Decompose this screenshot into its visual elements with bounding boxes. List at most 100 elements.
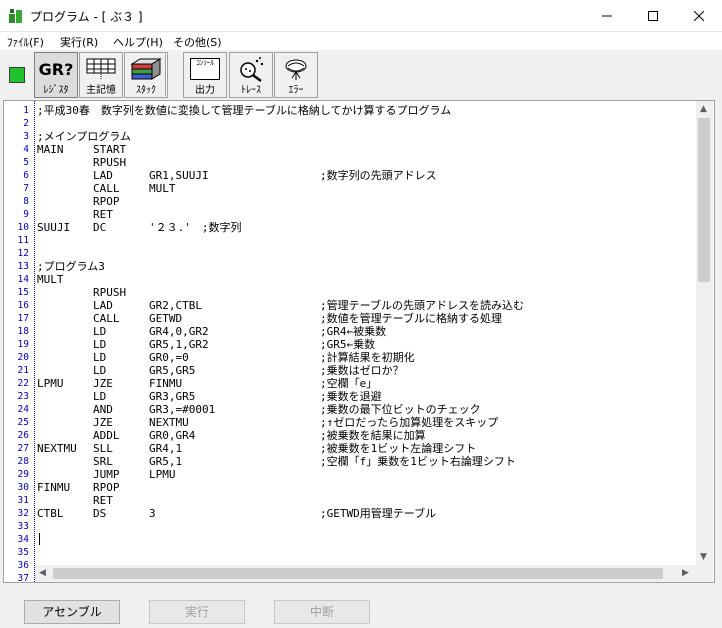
stack-label: ｽﾀｯｸ bbox=[136, 85, 156, 96]
code-line: CALL GETWD ;数値を管理テーブルに格納する処理 bbox=[37, 312, 697, 325]
vertical-scrollbar[interactable]: ▲ ▼ bbox=[696, 101, 713, 565]
code-line: MAIN START bbox=[37, 143, 697, 156]
line-number: 17 bbox=[17, 313, 29, 324]
code-line: SRL GR5,1 ;空欄「f」乗数を1ビット右論理シフト bbox=[37, 455, 697, 468]
line-number: 11 bbox=[17, 235, 29, 246]
run-button[interactable]: 実行 bbox=[149, 600, 245, 624]
code-opcode: RPOP bbox=[93, 481, 120, 494]
line-number: 12 bbox=[17, 248, 29, 259]
code-operand: LPMU bbox=[149, 468, 176, 481]
trace-icon bbox=[230, 55, 272, 83]
line-number: 35 bbox=[17, 547, 29, 558]
code-opcode: RPUSH bbox=[93, 156, 127, 169]
code-opcode: RET bbox=[93, 494, 113, 507]
code-line: LD GR4,0,GR2 ;GR4←被乗数 bbox=[37, 325, 697, 338]
scroll-down-icon[interactable]: ▼ bbox=[700, 552, 707, 562]
code-opcode: LD bbox=[93, 351, 107, 364]
trace-button[interactable]: ﾄﾚｰｽ bbox=[229, 52, 273, 98]
code-line: ADDL GR0,GR4 ;被乗数を結果に加算 bbox=[37, 429, 697, 442]
code-line: CTBL DS 3 ;GETWD用管理テーブル bbox=[37, 507, 697, 520]
register-icon: GR? bbox=[38, 59, 74, 79]
code-opcode: RPOP bbox=[93, 195, 120, 208]
close-button[interactable] bbox=[676, 0, 722, 31]
code-editor[interactable]: 1 2 3 4 5 6 7 8 9 10 11 12 13 14 15 16 17 18 19 20 21 22 23 24 2… bbox=[3, 100, 715, 583]
line-number: 37 bbox=[17, 573, 29, 583]
code-comment: ;乗数を退避 bbox=[320, 390, 382, 403]
line-number: 1 bbox=[23, 105, 29, 116]
vertical-scroll-thumb[interactable] bbox=[698, 118, 710, 282]
output-button[interactable]: ｺﾝｿｰﾙ 出力 bbox=[183, 52, 227, 98]
code-comment: ;数字列の先頭アドレス bbox=[320, 169, 437, 182]
error-button[interactable]: ｴﾗｰ bbox=[274, 52, 318, 98]
code-opcode: CALL bbox=[93, 182, 120, 195]
code-line: RET bbox=[37, 494, 697, 507]
code-opcode: DC bbox=[93, 221, 107, 234]
code-opcode: JUMP bbox=[93, 468, 120, 481]
scroll-right-icon[interactable]: ▶ bbox=[682, 568, 689, 578]
code-label: FINMU bbox=[37, 481, 71, 494]
line-number: 36 bbox=[17, 560, 29, 571]
assemble-button[interactable]: アセンブル bbox=[24, 600, 120, 624]
code-operand: NEXTMU bbox=[149, 416, 189, 429]
register-button[interactable]: GR? ﾚｼﾞｽﾀ bbox=[34, 52, 78, 98]
code-operand: GR1,SUUJI bbox=[149, 169, 209, 182]
code-comment: ;計算結果を初期化 bbox=[320, 351, 415, 364]
code-operand: GR0,=0 bbox=[149, 351, 189, 364]
line-number: 31 bbox=[17, 495, 29, 506]
code-operand: GETWD bbox=[149, 312, 183, 325]
code-opcode: RET bbox=[93, 208, 113, 221]
menu-file[interactable]: ﾌｧｲﾙ(F) bbox=[7, 34, 44, 50]
error-label: ｴﾗｰ bbox=[288, 85, 304, 96]
maximize-button[interactable] bbox=[630, 0, 676, 31]
window-title: プログラム - [ ぶ３ ] bbox=[30, 10, 143, 24]
code-opcode: SRL bbox=[93, 455, 113, 468]
main-memory-button[interactable]: 主記憶 bbox=[79, 52, 123, 98]
abort-button[interactable]: 中断 bbox=[274, 600, 370, 624]
code-line: ;プログラム3 bbox=[37, 260, 697, 273]
code-label: ;平成30春 数字列を数値に変換して管理テーブルに格納してかけ算するプログラム bbox=[37, 104, 452, 117]
code-comment: ;GR5←乗数 bbox=[320, 338, 376, 351]
text-cursor bbox=[39, 533, 40, 545]
code-comment: ;乗数はゼロか？ bbox=[320, 364, 404, 377]
line-number: 15 bbox=[17, 287, 29, 298]
minimize-button[interactable] bbox=[584, 0, 630, 31]
line-number: 33 bbox=[17, 521, 29, 532]
code-line: NEXTMU SLL GR4,1 ;被乗数を1ビット左論理シフト bbox=[37, 442, 697, 455]
menu-other[interactable]: その他(S) bbox=[173, 34, 222, 50]
horizontal-scrollbar[interactable]: ◀ ▶ bbox=[35, 565, 696, 582]
line-number: 32 bbox=[17, 508, 29, 519]
scroll-up-icon[interactable]: ▲ bbox=[700, 104, 707, 114]
line-number: 6 bbox=[23, 170, 29, 181]
line-number: 2 bbox=[23, 118, 29, 129]
code-line: SUUJI DC '２３.' ;数字列 bbox=[37, 221, 697, 234]
main-memory-label: 主記憶 bbox=[86, 85, 116, 96]
line-number: 7 bbox=[23, 183, 29, 194]
code-line: ;平成30春 数字列を数値に変換して管理テーブルに格納してかけ算するプログラム bbox=[37, 104, 697, 117]
code-opcode: LD bbox=[93, 390, 107, 403]
code-opcode: AND bbox=[93, 403, 113, 416]
horizontal-scroll-thumb[interactable] bbox=[53, 568, 663, 579]
code-line: LD GR5,GR5 ;乗数はゼロか？ bbox=[37, 364, 697, 377]
code-opcode: LD bbox=[93, 338, 107, 351]
code-comment: ;空欄「f」乗数を1ビット右論理シフト bbox=[320, 455, 516, 468]
code-operand: MULT bbox=[149, 182, 176, 195]
code-comment: ;被乗数を1ビット左論理シフト bbox=[320, 442, 477, 455]
code-operand: GR3,GR5 bbox=[149, 390, 196, 403]
menu-run[interactable]: 実行(R) bbox=[60, 34, 98, 50]
line-number: 29 bbox=[17, 469, 29, 480]
line-number: 13 bbox=[17, 261, 29, 272]
stack-button[interactable]: ｽﾀｯｸ bbox=[124, 52, 168, 98]
line-number: 22 bbox=[17, 378, 29, 389]
code-line: JUMP LPMU bbox=[37, 468, 697, 481]
code-operand: GR5,1 bbox=[149, 455, 183, 468]
scroll-left-icon[interactable]: ◀ bbox=[39, 568, 46, 578]
code-operand: GR5,GR5 bbox=[149, 364, 196, 377]
code-line: AND GR3,=#0001 ;乗数の最下位ビットのチェック bbox=[37, 403, 697, 416]
code-line: LAD GR2,CTBL ;管理テーブルの先頭アドレスを読み込む bbox=[37, 299, 697, 312]
app-icon bbox=[9, 9, 22, 23]
menu-help[interactable]: ヘルプ(H) bbox=[113, 34, 163, 50]
